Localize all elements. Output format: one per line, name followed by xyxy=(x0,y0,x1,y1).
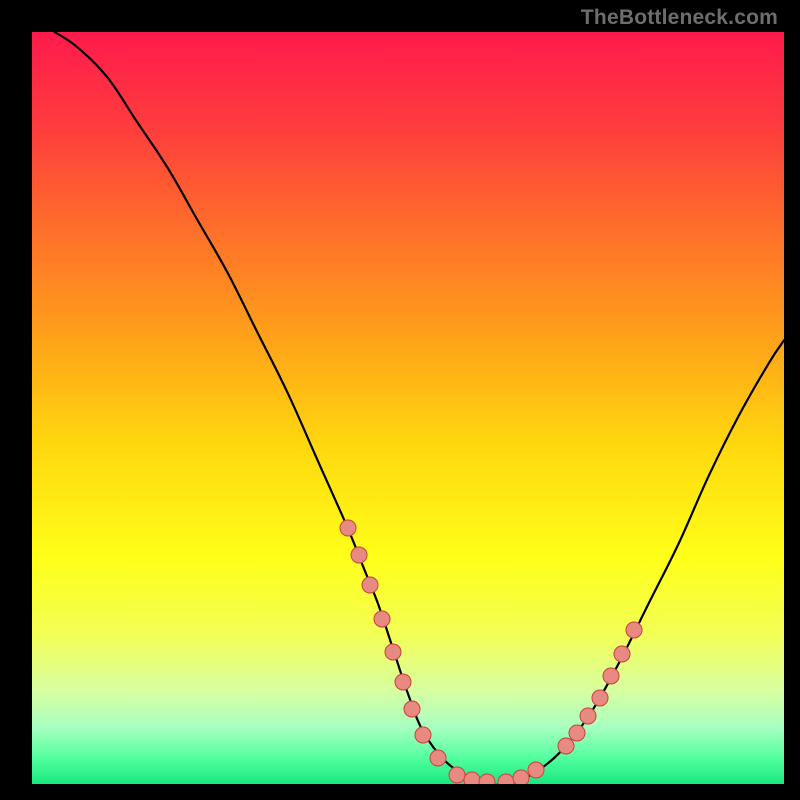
highlight-dot xyxy=(351,546,368,563)
plot-area xyxy=(32,32,784,784)
highlight-dot xyxy=(580,708,597,725)
highlight-dot xyxy=(557,738,574,755)
highlight-dot xyxy=(527,762,544,779)
highlight-dot xyxy=(394,674,411,691)
highlight-dot xyxy=(478,774,495,784)
highlight-dot xyxy=(362,576,379,593)
highlight-dot xyxy=(603,668,620,685)
highlight-dot xyxy=(415,727,432,744)
bottleneck-curve xyxy=(55,32,784,784)
highlight-dot xyxy=(591,689,608,706)
highlight-dot xyxy=(614,645,631,662)
highlight-dot xyxy=(373,610,390,627)
highlight-dot xyxy=(430,749,447,766)
highlight-dot xyxy=(625,621,642,638)
highlight-dot xyxy=(569,724,586,741)
curve-layer xyxy=(32,32,784,784)
highlight-dot xyxy=(339,520,356,537)
highlight-dot xyxy=(403,700,420,717)
watermark-text: TheBottleneck.com xyxy=(581,6,778,30)
highlight-dot xyxy=(384,644,401,661)
